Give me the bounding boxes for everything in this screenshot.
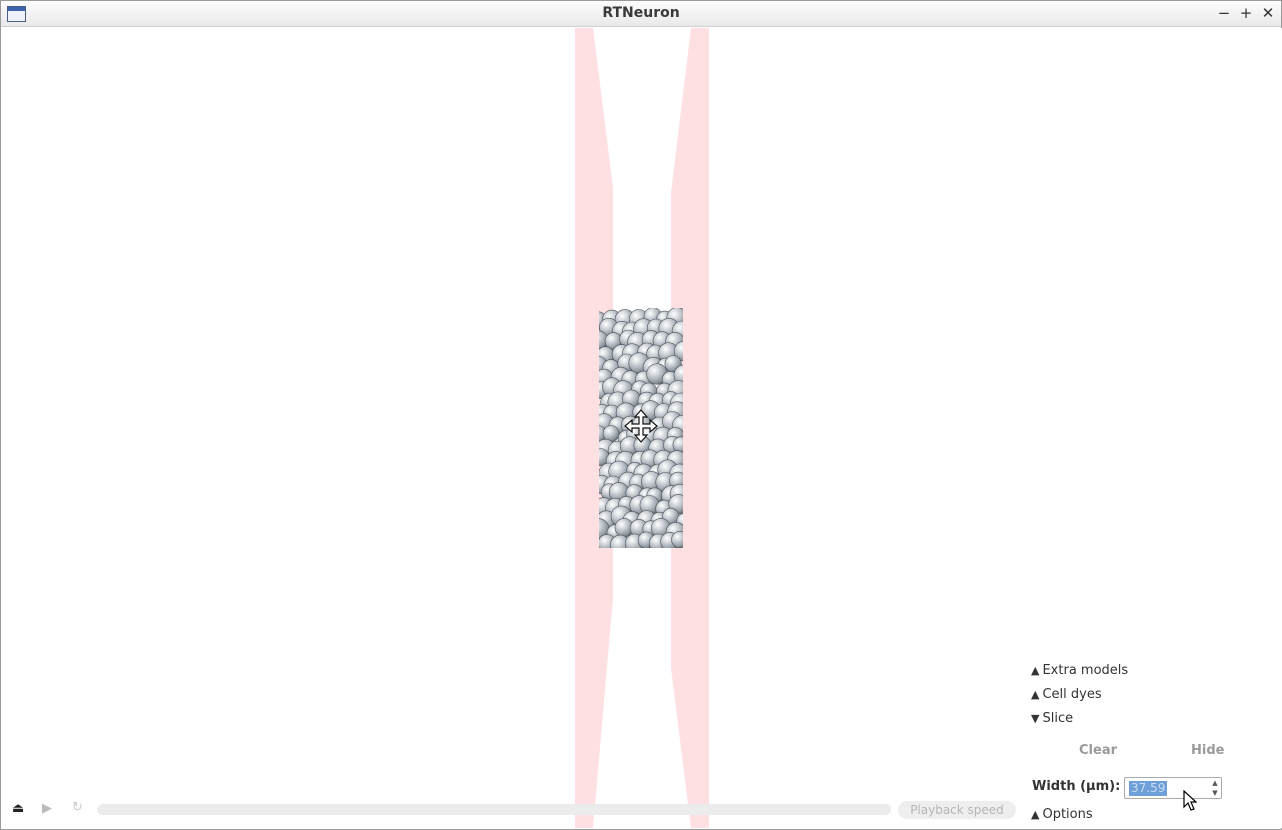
- clear-slice-button[interactable]: Clear: [1079, 743, 1117, 758]
- play-icon[interactable]: ▶: [42, 801, 58, 817]
- width-spinbox[interactable]: 37.59 ▲ ▼: [1124, 777, 1222, 799]
- extra-models-label: Extra models: [1042, 663, 1129, 678]
- minimize-button[interactable]: −: [1215, 4, 1233, 22]
- collapse-arrow-icon: ▼: [1031, 712, 1040, 725]
- title-bar[interactable]: RTNeuron − + ✕: [1, 1, 1281, 27]
- playback-speed-slider[interactable]: Playback speed: [898, 801, 1016, 819]
- window-title: RTNeuron: [602, 5, 680, 21]
- cell-dyes-label: Cell dyes: [1042, 687, 1102, 702]
- maximize-button[interactable]: +: [1237, 4, 1255, 22]
- timeline-slider[interactable]: [97, 804, 891, 815]
- slice-label: Slice: [1042, 711, 1074, 726]
- expand-arrow-icon: ▲: [1031, 664, 1040, 677]
- spin-down-icon[interactable]: ▼: [1209, 788, 1221, 798]
- loop-icon[interactable]: ↻: [72, 800, 88, 816]
- close-button[interactable]: ✕: [1259, 4, 1277, 22]
- width-value-selected[interactable]: 37.59: [1129, 781, 1168, 796]
- width-label: Width (μm):: [1032, 779, 1121, 794]
- spin-up-icon[interactable]: ▲: [1209, 778, 1221, 788]
- slice-toggle[interactable]: ▼ Slice: [1031, 711, 1073, 729]
- options-label: Options: [1042, 807, 1093, 822]
- scene-canvas[interactable]: [2, 28, 1282, 828]
- mouse-pointer-icon: [1183, 790, 1197, 811]
- eject-icon[interactable]: ⏏: [12, 801, 28, 817]
- playback-bar: ⏏ ▶ ↻ Playback speed: [2, 799, 1022, 821]
- options-toggle[interactable]: ▲ Options: [1031, 807, 1093, 825]
- 3d-viewport[interactable]: [2, 28, 1282, 828]
- extra-models-toggle[interactable]: ▲ Extra models: [1031, 663, 1128, 681]
- app-window: RTNeuron − + ✕ ▲ Extra models ▲ Cell dye…: [0, 0, 1282, 830]
- hide-slice-button[interactable]: Hide: [1191, 743, 1224, 758]
- cell-dyes-toggle[interactable]: ▲ Cell dyes: [1031, 687, 1102, 705]
- expand-arrow-icon: ▲: [1031, 688, 1040, 701]
- expand-arrow-icon: ▲: [1031, 808, 1040, 821]
